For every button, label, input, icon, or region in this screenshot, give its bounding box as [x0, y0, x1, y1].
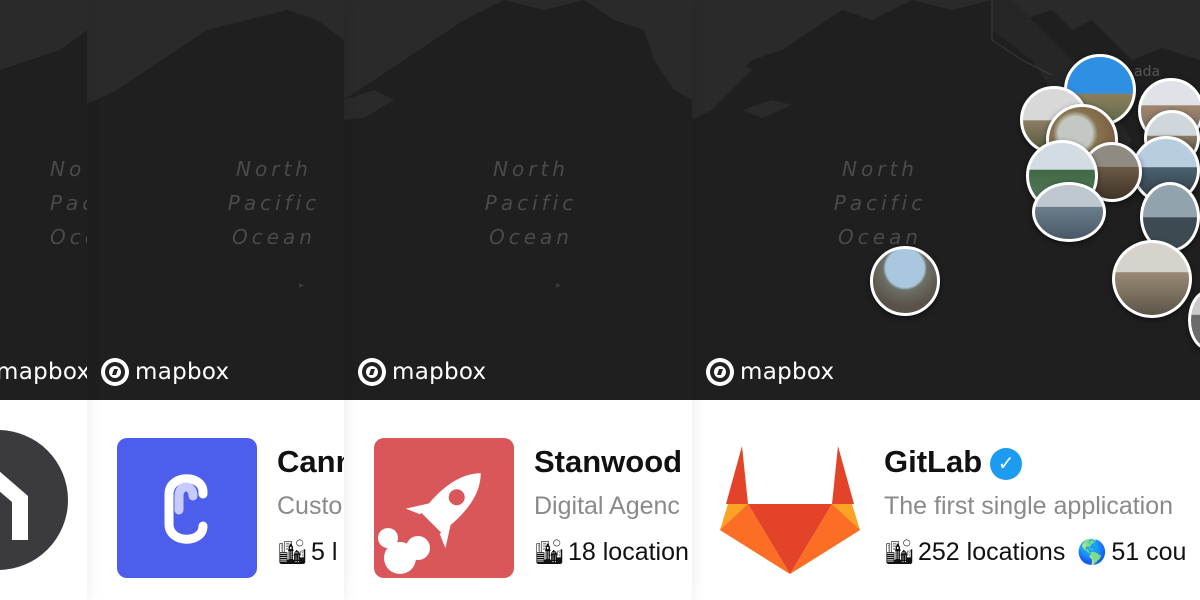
rocket-logo — [374, 438, 514, 578]
company-stats: 🏙 252 locations 🌎 51 cou — [884, 538, 1186, 567]
ocean-label: North Pacific Ocean — [227, 157, 321, 249]
cityscape-icon: 🏙 — [534, 539, 565, 566]
mapbox-attribution[interactable]: mapbox — [0, 356, 87, 388]
company-stats: 🏙 18 location — [534, 538, 689, 567]
map-view[interactable]: North Pacific Ocean ▸ mapbox — [87, 0, 344, 400]
mapbox-logo-icon — [101, 358, 129, 386]
mapbox-wordmark: mapbox — [740, 359, 835, 385]
verified-check-icon: ✓ — [990, 447, 1023, 480]
company-tagline: The first single application — [884, 492, 1174, 520]
cityscape-icon: 🏙 — [884, 539, 915, 566]
locations-count: 252 locations — [918, 538, 1066, 566]
gitlab-fox-logo — [720, 438, 860, 578]
ocean-label: North Pacific Ocean — [484, 157, 578, 249]
mapbox-attribution[interactable]: mapbox — [101, 356, 229, 388]
company-stats: 🏙 5 l — [277, 538, 337, 567]
photo-marker[interactable] — [1112, 240, 1192, 318]
mapbox-wordmark: mapbox — [392, 359, 487, 385]
ocean-label: North Pacific Ocean — [833, 157, 927, 249]
map-view[interactable]: North Pacific Ocean ada mapbox — [692, 0, 1200, 400]
mapbox-logo-icon — [358, 358, 386, 386]
globe-icon: 🌎 — [1077, 539, 1108, 566]
photo-marker[interactable] — [870, 246, 940, 316]
company-card-cann[interactable]: North Pacific Ocean ▸ mapbox Cann Custo … — [87, 0, 344, 600]
map-view[interactable]: No Pac Oce mapbox — [0, 0, 87, 400]
company-card-stanwood[interactable]: North Pacific Ocean ▸ mapbox Stanwood Di… — [344, 0, 692, 600]
company-card-house[interactable]: No Pac Oce mapbox — [0, 0, 87, 600]
company-name[interactable]: Cann — [277, 444, 344, 480]
mapbox-attribution[interactable]: mapbox — [706, 356, 834, 388]
company-info: Cann Custo 🏙 5 l — [87, 400, 344, 600]
company-name[interactable]: Stanwood — [534, 444, 682, 480]
c-letter-logo — [117, 438, 257, 578]
map-view[interactable]: North Pacific Ocean ▸ mapbox — [344, 0, 692, 400]
photo-marker[interactable] — [1032, 182, 1106, 242]
countries-count: 51 cou — [1111, 538, 1187, 566]
company-tagline: Custo — [277, 492, 343, 520]
house-logo — [0, 430, 68, 570]
company-info — [0, 400, 87, 600]
ocean-label: No Pac Oce — [50, 157, 87, 249]
mapbox-attribution[interactable]: mapbox — [358, 356, 486, 388]
company-info: GitLab ✓ The first single application 🏙 2… — [692, 400, 1200, 600]
company-card-gitlab[interactable]: North Pacific Ocean ada mapbox GitLab ✓ … — [692, 0, 1200, 600]
mapbox-logo-icon — [706, 358, 734, 386]
company-tagline: Digital Agenc — [534, 492, 680, 520]
map-marker-icon: ▸ — [556, 280, 562, 291]
cityscape-icon: 🏙 — [277, 539, 308, 566]
locations-count: 18 location — [568, 538, 689, 566]
map-marker-icon: ▸ — [299, 280, 305, 291]
company-info: Stanwood Digital Agenc 🏙 18 location — [344, 400, 692, 600]
locations-count: 5 l — [311, 538, 338, 566]
company-name[interactable]: GitLab ✓ — [884, 444, 1023, 480]
mapbox-wordmark: mapbox — [135, 359, 230, 385]
region-label: ada — [1134, 64, 1161, 80]
mapbox-wordmark: mapbox — [0, 359, 87, 385]
